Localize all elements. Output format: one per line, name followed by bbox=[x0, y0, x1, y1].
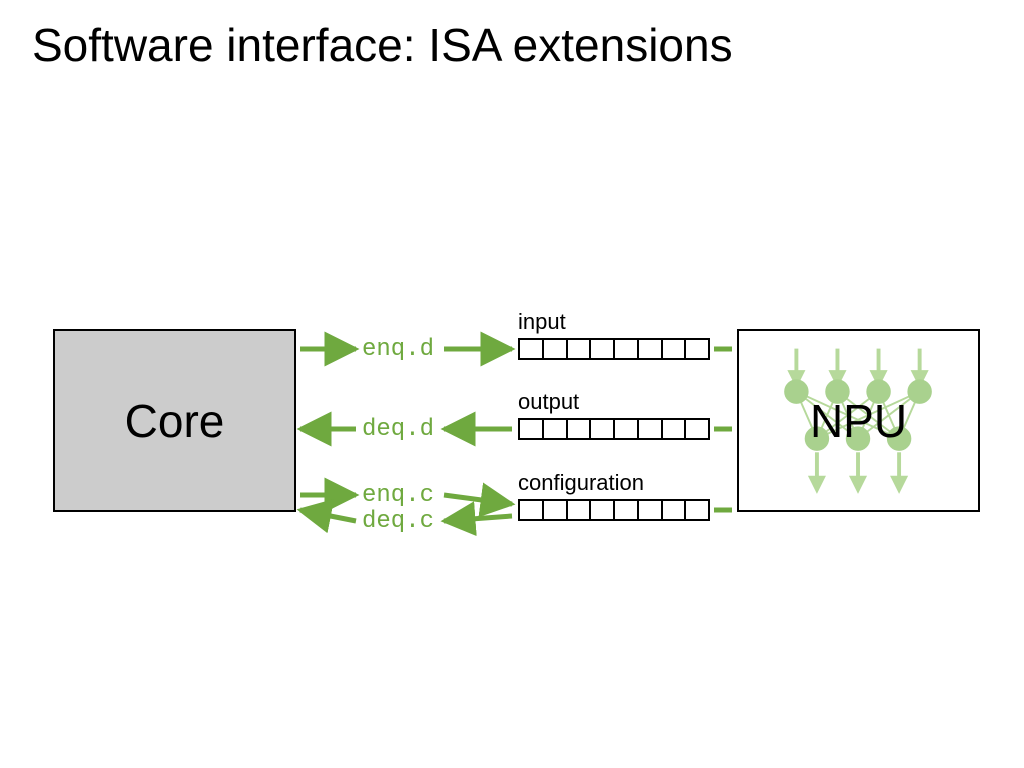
page-title: Software interface: ISA extensions bbox=[32, 18, 733, 72]
instr-deq-c: deq.c bbox=[362, 508, 434, 535]
buffer-output bbox=[518, 418, 710, 440]
npu-label: NPU bbox=[810, 394, 907, 448]
slide: Software interface: ISA extensions Core bbox=[0, 0, 1024, 768]
arrow-deqc-to-core bbox=[300, 510, 356, 521]
label-output: output bbox=[518, 389, 579, 415]
buffer-config bbox=[518, 499, 710, 521]
instr-deq-d: deq.d bbox=[362, 416, 434, 443]
arrow-enqc-to-config bbox=[444, 495, 512, 504]
npu-box: NPU bbox=[737, 329, 980, 512]
core-label: Core bbox=[125, 394, 225, 448]
label-config: configuration bbox=[518, 470, 644, 496]
arrow-config-to-deqc bbox=[444, 516, 512, 521]
core-box: Core bbox=[53, 329, 296, 512]
label-input: input bbox=[518, 309, 566, 335]
instr-enq-d: enq.d bbox=[362, 336, 434, 363]
instr-enq-c: enq.c bbox=[362, 482, 434, 509]
buffer-input bbox=[518, 338, 710, 360]
